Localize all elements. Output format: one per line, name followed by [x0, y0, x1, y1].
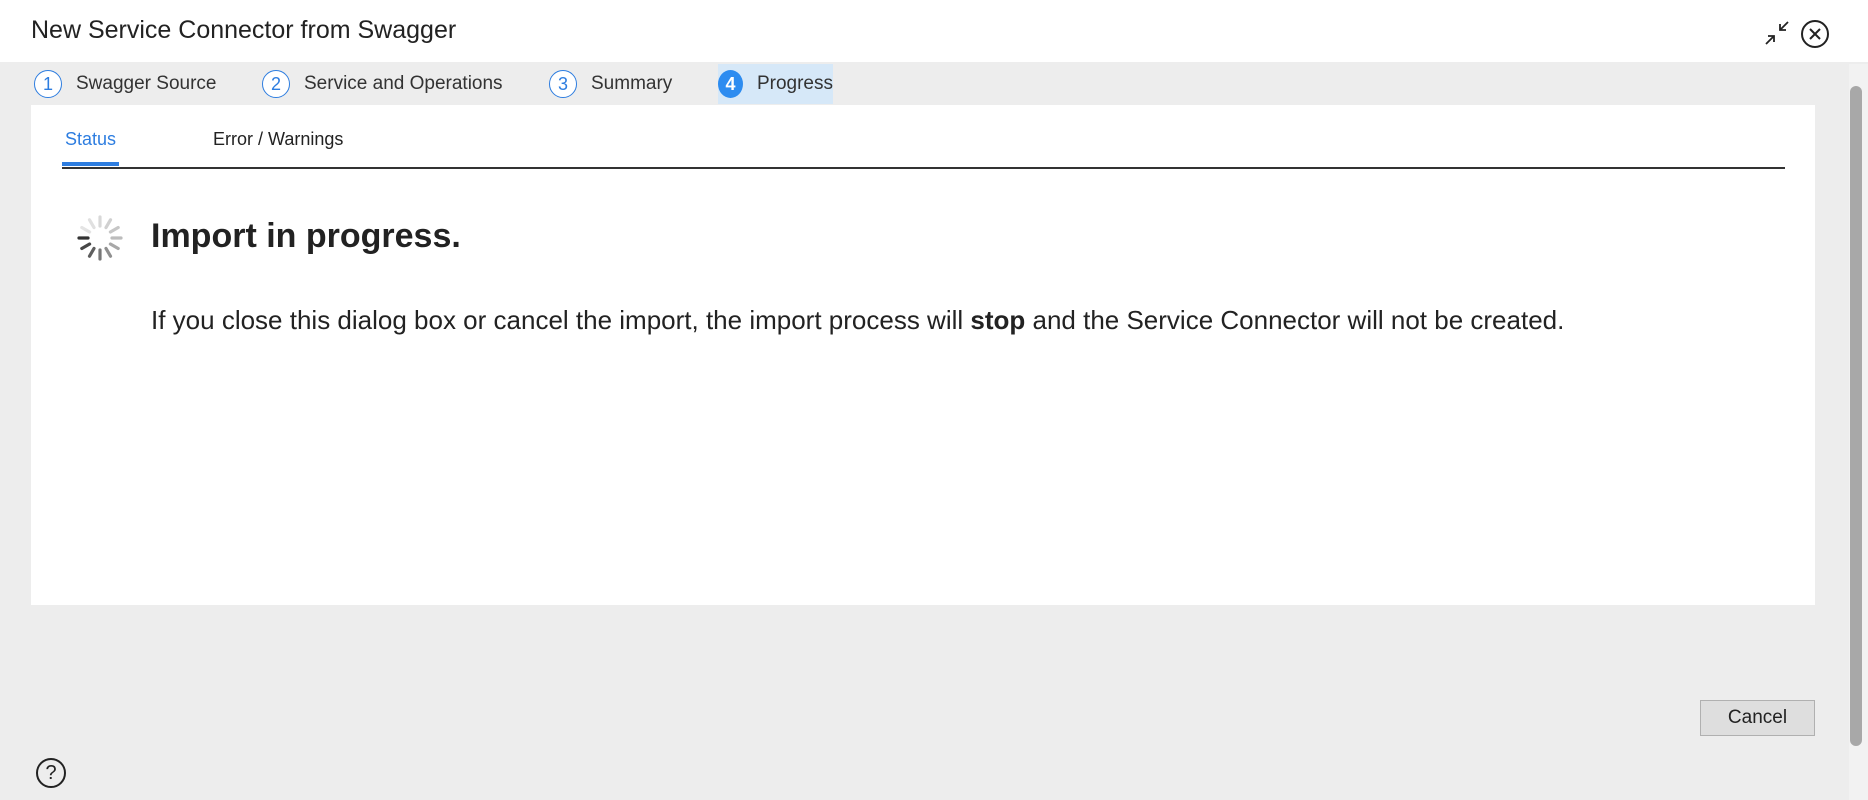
collapse-icon[interactable] — [1762, 18, 1792, 48]
cancel-button[interactable]: Cancel — [1700, 700, 1815, 736]
step-label: Service and Operations — [304, 73, 503, 94]
status-message-end: and the Service Connector will not be cr… — [1025, 305, 1565, 335]
spinner-icon — [75, 213, 125, 263]
step-number: 1 — [34, 70, 62, 98]
step-number: 4 — [718, 70, 743, 98]
tab-bar: Status Error / Warnings — [62, 105, 1785, 169]
tab-error-warnings[interactable]: Error / Warnings — [213, 129, 343, 162]
status-title: Import in progress. — [151, 217, 461, 255]
content-panel: Status Error / Warnings Import in progre… — [31, 105, 1815, 605]
scrollbar-thumb[interactable] — [1850, 86, 1862, 746]
step-progress[interactable]: 4 Progress — [718, 64, 833, 104]
dialog-title: New Service Connector from Swagger — [31, 16, 457, 44]
step-number: 3 — [549, 70, 577, 98]
status-message: If you close this dialog box or cancel t… — [151, 305, 1564, 336]
wizard-stepper: 1 Swagger Source 2 Service and Operation… — [0, 64, 1850, 104]
status-message-start: If you close this dialog box or cancel t… — [151, 305, 971, 335]
close-icon[interactable] — [1801, 20, 1829, 48]
step-swagger-source[interactable]: 1 Swagger Source — [34, 64, 216, 104]
step-label: Progress — [756, 73, 833, 94]
status-message-bold: stop — [970, 305, 1026, 335]
step-number: 2 — [262, 70, 290, 98]
dialog: New Service Connector from Swagger 1 Swa… — [0, 0, 1868, 800]
step-summary[interactable]: 3 Summary — [549, 64, 672, 104]
help-icon[interactable]: ? — [36, 758, 66, 788]
step-label: Swagger Source — [76, 73, 217, 94]
step-label: Summary — [591, 73, 673, 94]
tab-status[interactable]: Status — [62, 129, 120, 166]
step-service-and-operations[interactable]: 2 Service and Operations — [262, 64, 503, 104]
dialog-title-bar: New Service Connector from Swagger — [0, 0, 1868, 62]
